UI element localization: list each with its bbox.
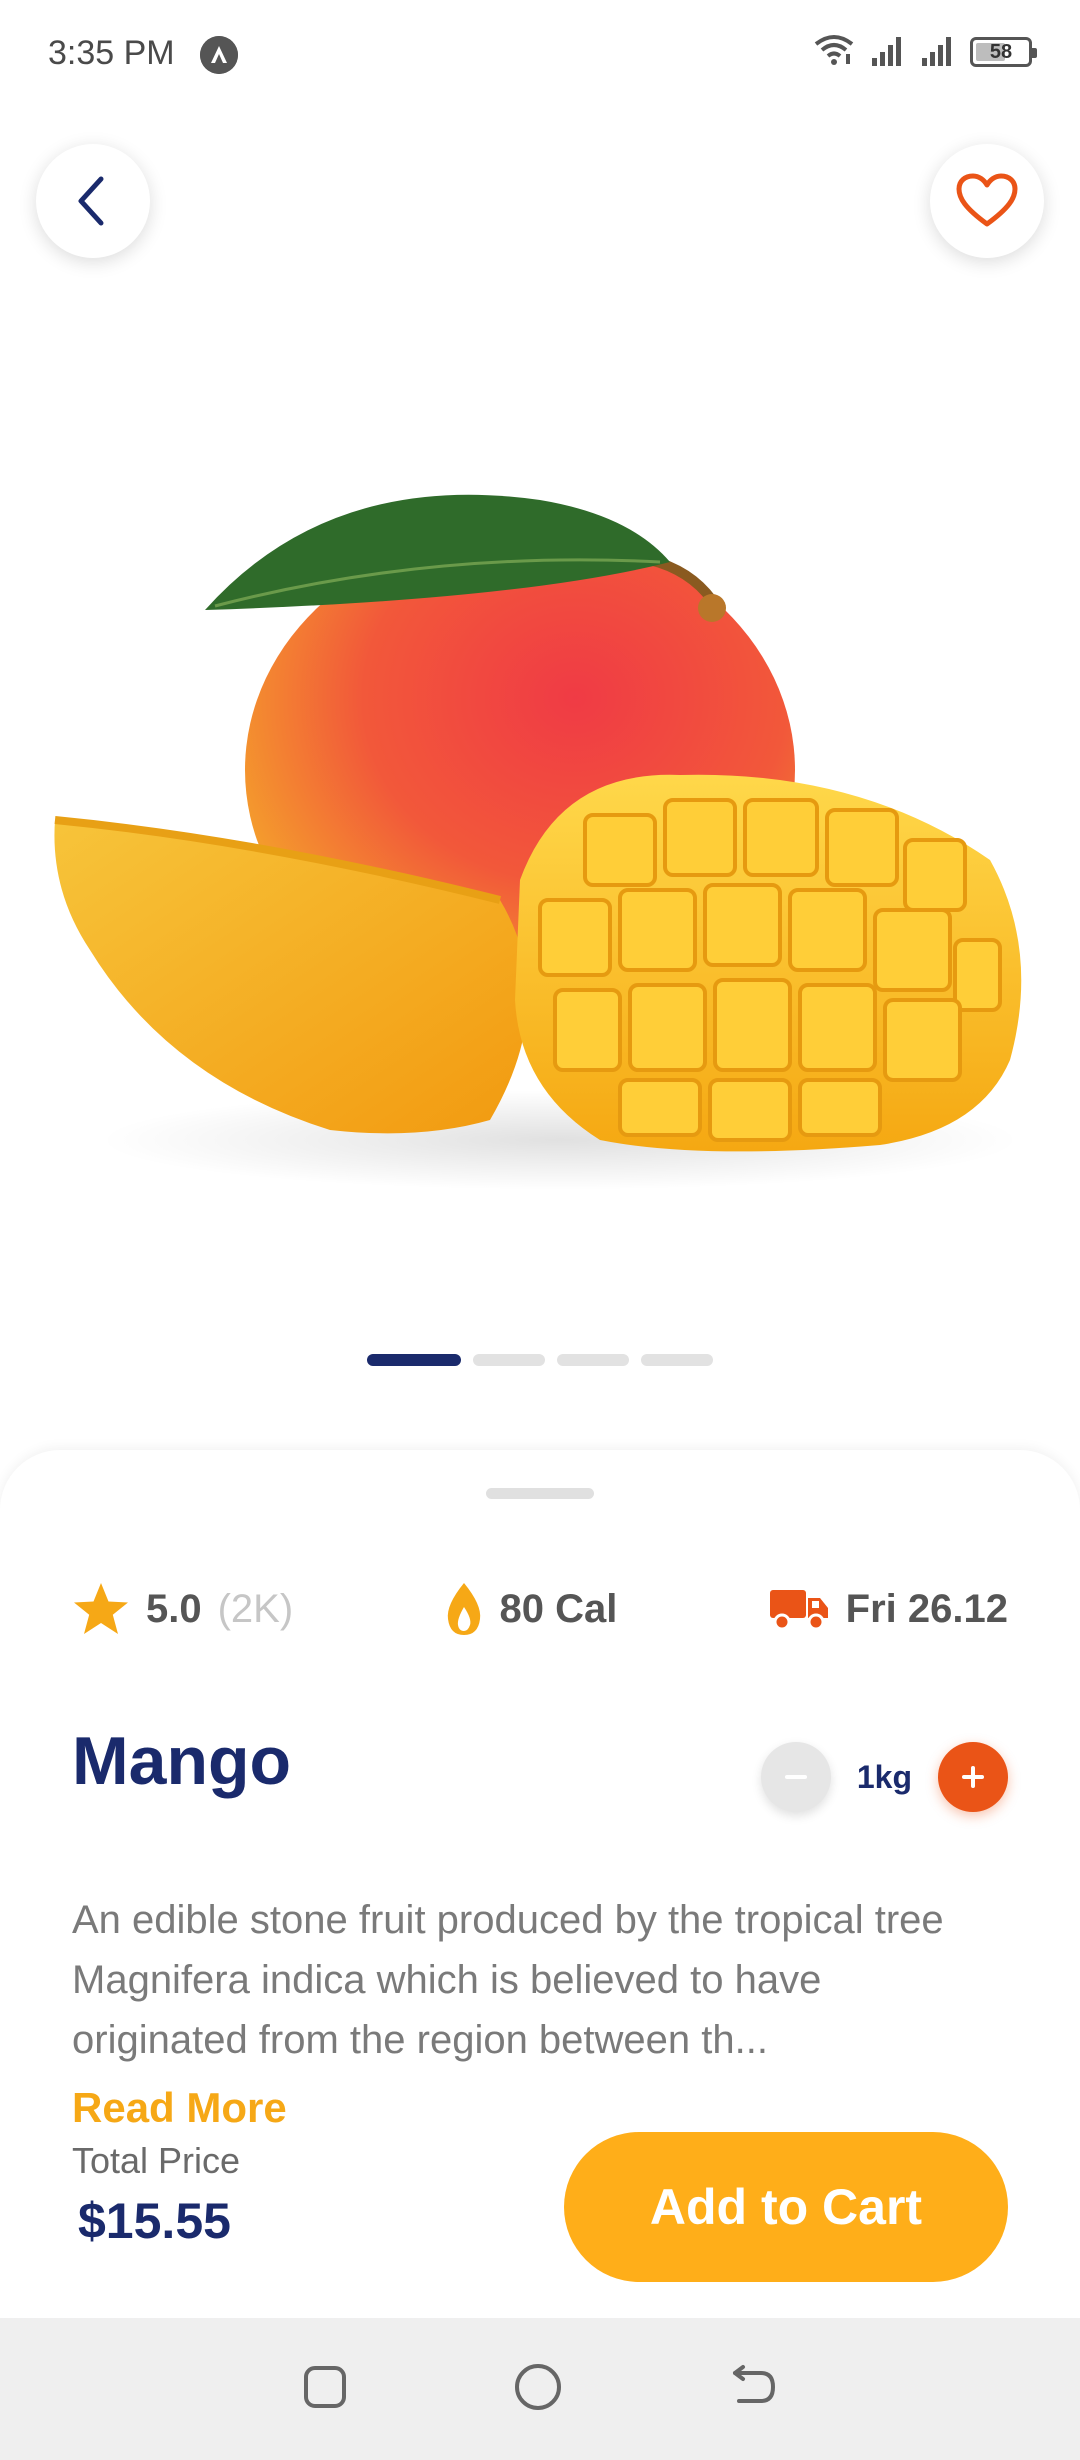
flame-icon — [447, 1583, 480, 1635]
carousel-dot[interactable] — [641, 1354, 713, 1366]
star-icon — [74, 1583, 128, 1634]
increase-quantity-button[interactable] — [938, 1742, 1008, 1812]
home-button[interactable] — [512, 2361, 564, 2418]
quantity-stepper: 1kg — [760, 1742, 1008, 1812]
total-price-label: Total Price — [72, 2140, 241, 2181]
signal-icon — [870, 32, 906, 73]
favorite-button[interactable] — [930, 144, 1044, 258]
calories-value: 80 Cal — [499, 1586, 618, 1631]
image-carousel-indicator — [0, 1354, 1080, 1366]
back-button[interactable] — [36, 144, 150, 258]
decrease-quantity-button[interactable] — [760, 1742, 831, 1812]
carousel-dot[interactable] — [473, 1354, 545, 1366]
plus-icon — [962, 1766, 984, 1788]
square-icon — [304, 2365, 347, 2408]
status-bar: 3:35 PM 58 — [0, 0, 1080, 110]
read-more-link[interactable]: Read More — [72, 2084, 287, 2132]
app-notification-icon — [200, 36, 238, 74]
product-detail-screen: 3:35 PM 58 5.0 (2K) 80 Cal Fri 26.12 Man… — [0, 0, 1080, 2460]
recent-apps-button[interactable] — [301, 2363, 349, 2416]
product-description: An edible stone fruit produced by the tr… — [72, 1898, 944, 2062]
circle-icon — [514, 2363, 561, 2410]
battery-percent: 58 — [989, 40, 1013, 63]
delivery-date: Fri 26.12 — [845, 1586, 1008, 1631]
chevron-left-icon — [78, 176, 104, 226]
back-navigation-button[interactable] — [727, 2363, 779, 2416]
rating-value: 5.0 — [146, 1586, 202, 1631]
total-price-value: $15.55 — [78, 2193, 231, 2249]
system-navigation-bar — [0, 2318, 1080, 2460]
calories-stat: 80 Cal — [444, 1581, 618, 1637]
product-title: Mango — [72, 1723, 292, 1799]
wifi-icon — [812, 32, 856, 73]
delivery-stat: Fri 26.12 — [768, 1586, 1008, 1632]
battery-icon: 58 — [970, 37, 1037, 67]
return-arrow-icon — [732, 2364, 775, 2403]
rating-count: (2K) — [217, 1586, 294, 1631]
product-image — [0, 300, 1080, 1300]
carousel-dot[interactable] — [557, 1354, 629, 1366]
product-info-sheet: 5.0 (2K) 80 Cal Fri 26.12 Mango 1kg An e… — [0, 1450, 1080, 2318]
signal-icon — [920, 32, 956, 73]
delivery-truck-icon — [769, 1590, 828, 1631]
status-time: 3:35 PM — [48, 34, 175, 72]
product-stats: 5.0 (2K) 80 Cal Fri 26.12 — [72, 1574, 1008, 1644]
heart-outline-icon — [956, 173, 1018, 227]
carousel-dot[interactable] — [367, 1354, 461, 1366]
sheet-drag-handle[interactable] — [486, 1488, 594, 1499]
status-icons: 58 — [812, 30, 1037, 74]
quantity-value: 1kg — [856, 1758, 912, 1795]
minus-icon — [784, 1775, 807, 1779]
add-to-cart-button[interactable]: Add to Cart — [564, 2132, 1008, 2282]
rating-stat: 5.0 (2K) — [72, 1581, 293, 1637]
